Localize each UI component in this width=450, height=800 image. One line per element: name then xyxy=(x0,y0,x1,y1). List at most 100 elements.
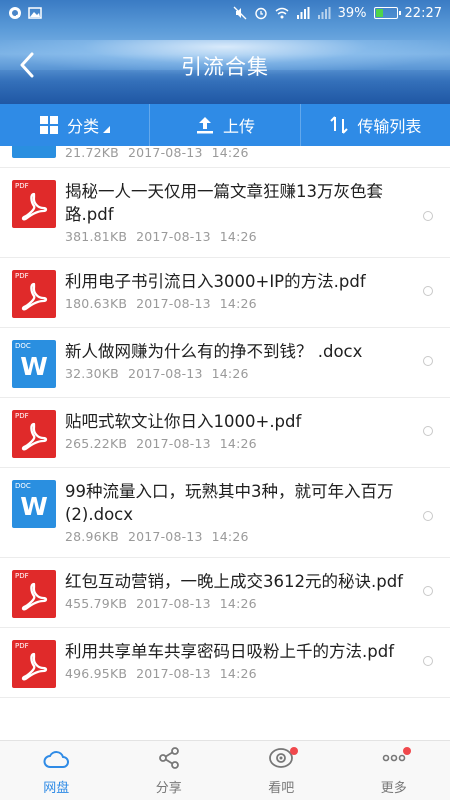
file-name: 贴吧式软文让你日入1000+.pdf xyxy=(65,412,302,431)
file-name: 红包互动营销，一晚上成交3612元的秘诀.pdf xyxy=(65,572,403,591)
select-radio[interactable] xyxy=(423,586,433,596)
list-item[interactable]: PDF 利用电子书引流日入3000+IP的方法.pdf 180.63KB 2017-0… xyxy=(0,258,450,328)
file-date: 2017-08-13 xyxy=(136,436,211,451)
pdf-file-icon: PDF xyxy=(12,640,56,688)
nav-label: 分享 xyxy=(155,781,182,796)
cloud-icon xyxy=(42,748,70,774)
list-item[interactable]: PDF 揭秘一人一天仅用一篇文章狂赚13万灰色套路.pdf 381.81KB 2017… xyxy=(0,168,450,258)
wifi-icon xyxy=(275,7,289,19)
file-time: 14:26 xyxy=(211,146,249,160)
signal-icon-2 xyxy=(317,7,331,19)
file-date: 2017-08-13 xyxy=(127,366,203,381)
select-radio[interactable] xyxy=(423,286,433,296)
image-notification-icon xyxy=(28,7,42,19)
upload-button[interactable]: 上传 xyxy=(149,104,299,146)
file-meta: 32.30KB 2017-08-13 14:26 xyxy=(65,366,410,381)
file-size: 265.22KB xyxy=(65,436,128,451)
select-radio[interactable] xyxy=(423,211,433,221)
pdf-file-icon: PDF xyxy=(12,180,56,228)
word-file-icon: DOC W xyxy=(12,340,56,388)
list-item[interactable]: DOC W 99种流量入口，玩熟其中3种，就可年入百万 (2).docx 28.96K… xyxy=(0,468,450,558)
list-item[interactable]: PDF 利用共享单车共享密码日吸粉上千的方法.pdf 496.95KB 2017-08… xyxy=(0,628,450,698)
file-size: 32.30KB xyxy=(65,366,119,381)
file-type-tag: DOC xyxy=(15,342,31,350)
battery-percent: 39% xyxy=(337,5,367,21)
file-time: 14:26 xyxy=(219,229,257,244)
page-title: 引流合集 xyxy=(181,55,269,79)
select-radio[interactable] xyxy=(423,356,433,366)
file-type-tag: DOC xyxy=(15,482,31,490)
select-radio[interactable] xyxy=(423,426,433,436)
file-time: 14:26 xyxy=(211,529,249,544)
list-item[interactable]: PDF 红包互动营销，一晚上成交3612元的秘诀.pdf 455.79KB 2017-… xyxy=(0,558,450,628)
file-size: 28.96KB xyxy=(65,529,119,544)
clock: 22:27 xyxy=(404,5,442,21)
mute-icon xyxy=(233,6,247,20)
file-time: 14:26 xyxy=(219,436,257,451)
file-size: 21.72KB xyxy=(65,146,119,160)
acrobat-glyph xyxy=(21,652,48,681)
file-meta: 21.72KB 2017-08-13 14:26 xyxy=(65,146,249,160)
file-meta: 381.81KB 2017-08-13 14:26 xyxy=(65,229,410,244)
battery-level xyxy=(375,9,383,17)
transfer-list-button[interactable]: 传输列表 xyxy=(299,104,450,146)
file-time: 14:26 xyxy=(219,296,257,311)
header: 39% 22:27 引流合集 xyxy=(0,0,450,104)
upload-icon xyxy=(196,117,213,134)
upload-label: 上传 xyxy=(222,117,255,136)
file-icon xyxy=(12,146,56,158)
file-meta: 180.63KB 2017-08-13 14:26 xyxy=(65,296,410,311)
select-radio[interactable] xyxy=(423,656,433,666)
file-time: 14:26 xyxy=(219,666,257,681)
word-glyph: W xyxy=(20,352,48,381)
transfer-icon xyxy=(330,116,349,134)
file-size: 381.81KB xyxy=(65,229,128,244)
file-name: 利用共享单车共享密码日吸粉上千的方法.pdf xyxy=(65,642,395,661)
back-button[interactable] xyxy=(12,50,42,80)
list-item[interactable]: 21.72KB 2017-08-13 14:26 xyxy=(0,146,450,168)
notification-badge xyxy=(290,747,299,755)
title-bar: 引流合集 xyxy=(0,38,450,94)
nav-item-3[interactable]: 更多 xyxy=(338,741,450,800)
nav-item-2[interactable]: 看吧 xyxy=(225,741,338,800)
grid-icon xyxy=(40,116,59,134)
share-icon xyxy=(157,746,181,774)
file-name: 99种流量入口，玩熟其中3种，就可年入百万 (2).docx xyxy=(65,482,394,524)
file-size: 455.79KB xyxy=(65,596,128,611)
file-name: 揭秘一人一天仅用一篇文章狂赚13万灰色套路.pdf xyxy=(65,182,383,224)
file-meta: 265.22KB 2017-08-13 14:26 xyxy=(65,436,410,451)
file-date: 2017-08-13 xyxy=(136,229,211,244)
nav-item-1[interactable]: 分享 xyxy=(113,741,226,800)
file-date: 2017-08-13 xyxy=(127,529,203,544)
file-time: 14:26 xyxy=(219,596,257,611)
file-name: 利用电子书引流日入3000+IP的方法.pdf xyxy=(65,272,366,291)
category-button[interactable]: 分类 xyxy=(0,104,149,146)
status-bar: 39% 22:27 xyxy=(0,0,450,26)
notification-badge xyxy=(402,747,411,755)
nav-label: 更多 xyxy=(380,781,407,796)
nav-label: 看吧 xyxy=(268,781,295,796)
acrobat-glyph xyxy=(21,282,48,311)
file-meta: 496.95KB 2017-08-13 14:26 xyxy=(65,666,410,681)
file-time: 14:26 xyxy=(211,366,249,381)
battery-icon xyxy=(373,7,401,19)
file-meta: 455.79KB 2017-08-13 14:26 xyxy=(65,596,410,611)
file-date: 2017-08-13 xyxy=(136,296,211,311)
file-size: 496.95KB xyxy=(65,666,128,681)
file-size: 180.63KB xyxy=(65,296,128,311)
file-date: 2017-08-13 xyxy=(127,146,203,160)
nav-item-0[interactable]: 网盘 xyxy=(0,741,113,800)
acrobat-glyph xyxy=(21,192,48,221)
select-radio[interactable] xyxy=(423,511,433,521)
acrobat-glyph xyxy=(21,582,48,611)
pdf-file-icon: PDF xyxy=(12,410,56,458)
app-notification-icon xyxy=(9,7,21,19)
nav-label: 网盘 xyxy=(43,781,70,796)
pdf-file-icon: PDF xyxy=(12,570,56,618)
list-item[interactable]: DOC W 新人做网赚为什么有的挣不到钱？ .docx 32.30KB 2017-08-… xyxy=(0,328,450,398)
category-label: 分类 xyxy=(67,117,100,136)
chevron-left-icon xyxy=(20,52,34,78)
list-item[interactable]: PDF 贴吧式软文让你日入1000+.pdf 265.22KB 2017-08-13 1… xyxy=(0,398,450,468)
file-date: 2017-08-13 xyxy=(136,596,211,611)
file-date: 2017-08-13 xyxy=(136,666,211,681)
